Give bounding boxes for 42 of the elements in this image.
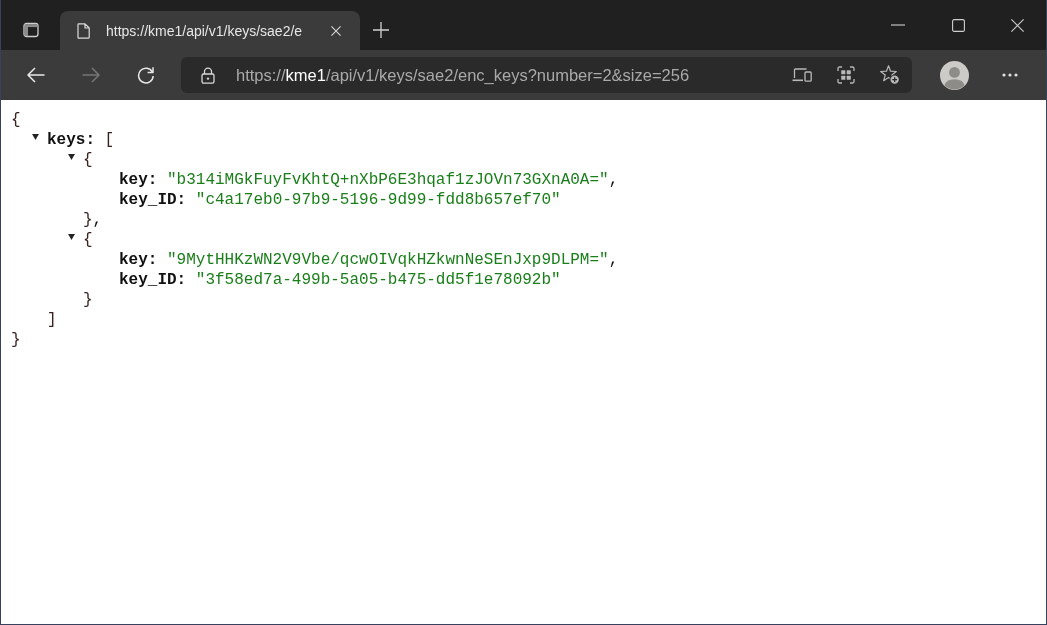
url-text: https://kme1/api/v1/keys/sae2/enc_keys?number=2&size=256: [236, 65, 690, 85]
string-value: "3f58ed7a-499b-5a05-b475-dd5f1e78092b": [195, 270, 561, 290]
string-value: "9MytHHKzWN2V9Vbe/qcwOIVqkHZkwnNeSEnJxp9DLPM=": [167, 250, 609, 270]
bracket-text: [: [104, 130, 115, 150]
back-arrow-icon: [27, 66, 45, 84]
star-plus-icon: [880, 65, 900, 85]
address-field[interactable]: https://kme1/api/v1/keys/sae2/enc_keys?number=2&size=256: [181, 57, 912, 93]
property-name: key:: [119, 250, 158, 270]
expand-triangle-icon[interactable]: [32, 134, 39, 140]
avatar-icon: [939, 60, 969, 90]
string-value: "c4a17eb0-97b9-5196-9d99-fdd8b657ef70": [195, 190, 561, 210]
minimize-icon: [891, 24, 905, 26]
document-icon: [77, 22, 90, 39]
bracket-text: {: [83, 150, 93, 170]
bracket-text: ]: [47, 310, 57, 330]
property-name: keys:: [47, 130, 95, 150]
comma-text: ,: [92, 210, 103, 230]
bracket-text: {: [11, 110, 21, 130]
expand-triangle-icon[interactable]: [68, 154, 75, 160]
bracket-text: }: [11, 330, 21, 350]
property-name: key_ID:: [119, 270, 187, 290]
lock-icon: [201, 66, 215, 84]
comma-text: ,: [608, 170, 619, 190]
bracket-text: }: [83, 290, 93, 310]
maximize-icon: [951, 18, 965, 32]
expand-triangle-icon[interactable]: [68, 234, 75, 240]
bracket-text: {: [83, 230, 93, 250]
browser-tab[interactable]: https://kme1/api/v1/keys/sae2/e: [60, 11, 360, 50]
sidebar-layout-icon: [23, 22, 39, 38]
forward-arrow-icon: [82, 66, 100, 84]
bracket-text: }: [83, 210, 93, 230]
laptop-phone-icon: [792, 68, 812, 82]
close-icon: [1010, 18, 1024, 32]
grid-icon: [837, 66, 855, 84]
refresh-icon: [137, 66, 155, 84]
property-name: key:: [119, 170, 158, 190]
close-icon: [331, 25, 341, 36]
string-value: "b314iMGkFuyFvKhtQ+nXbP6E3hqaf1zJOVn73GXnA0A=": [167, 170, 609, 190]
more-dots-icon: [1002, 73, 1018, 77]
property-name: key_ID:: [119, 190, 187, 210]
comma-text: ,: [608, 250, 619, 270]
plus-icon: [373, 22, 389, 38]
